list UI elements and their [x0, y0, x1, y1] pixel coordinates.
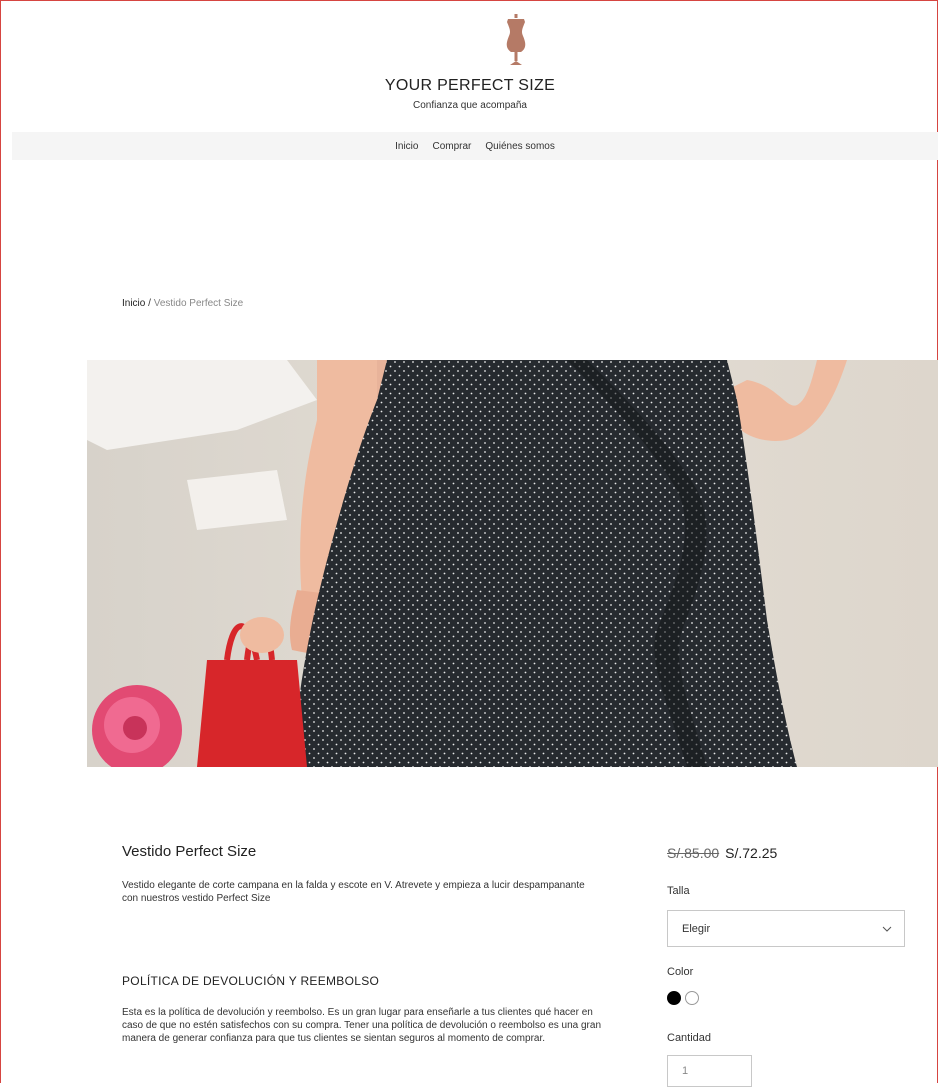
nav-item-comprar[interactable]: Comprar	[432, 141, 471, 152]
size-select[interactable]: Elegir	[667, 910, 905, 947]
nav-item-inicio[interactable]: Inicio	[395, 141, 418, 152]
dress-form-icon[interactable]	[499, 14, 533, 66]
product-description: Vestido elegante de corte campana en la …	[122, 880, 585, 904]
color-swatches	[667, 991, 699, 1005]
quantity-input[interactable]	[667, 1055, 752, 1087]
chevron-down-icon	[882, 926, 892, 932]
site-tagline: Confianza que acompaña	[413, 100, 527, 111]
price-original: S/.85.00	[667, 845, 720, 861]
product-image[interactable]	[87, 360, 938, 767]
color-label: Color	[667, 966, 694, 978]
breadcrumb-separator: /	[145, 298, 154, 309]
quantity-label: Cantidad	[667, 1032, 712, 1044]
product-photo	[87, 360, 938, 767]
breadcrumb-home-link[interactable]: Inicio	[122, 298, 145, 309]
price-discounted: S/.72.25	[725, 845, 778, 861]
size-label: Talla	[667, 885, 690, 897]
size-select-value: Elegir	[682, 922, 711, 935]
color-swatch-white[interactable]	[685, 991, 699, 1005]
product-title: Vestido Perfect Size	[122, 843, 257, 860]
policy-title: POLÍTICA DE DEVOLUCIÓN Y REEMBOLSO	[122, 974, 380, 988]
breadcrumb-current: Vestido Perfect Size	[153, 298, 244, 309]
main-nav: Inicio Comprar Quiénes somos	[12, 132, 938, 160]
site-title: YOUR PERFECT SIZE	[384, 77, 556, 94]
nav-item-quienes-somos[interactable]: Quiénes somos	[485, 141, 554, 152]
color-swatch-black[interactable]	[667, 991, 681, 1005]
breadcrumb: Inicio / Vestido Perfect Size	[122, 298, 243, 309]
policy-text: Esta es la política de devolución y reem…	[122, 1007, 602, 1045]
price-row: S/.85.00 S/.72.25	[667, 845, 777, 861]
